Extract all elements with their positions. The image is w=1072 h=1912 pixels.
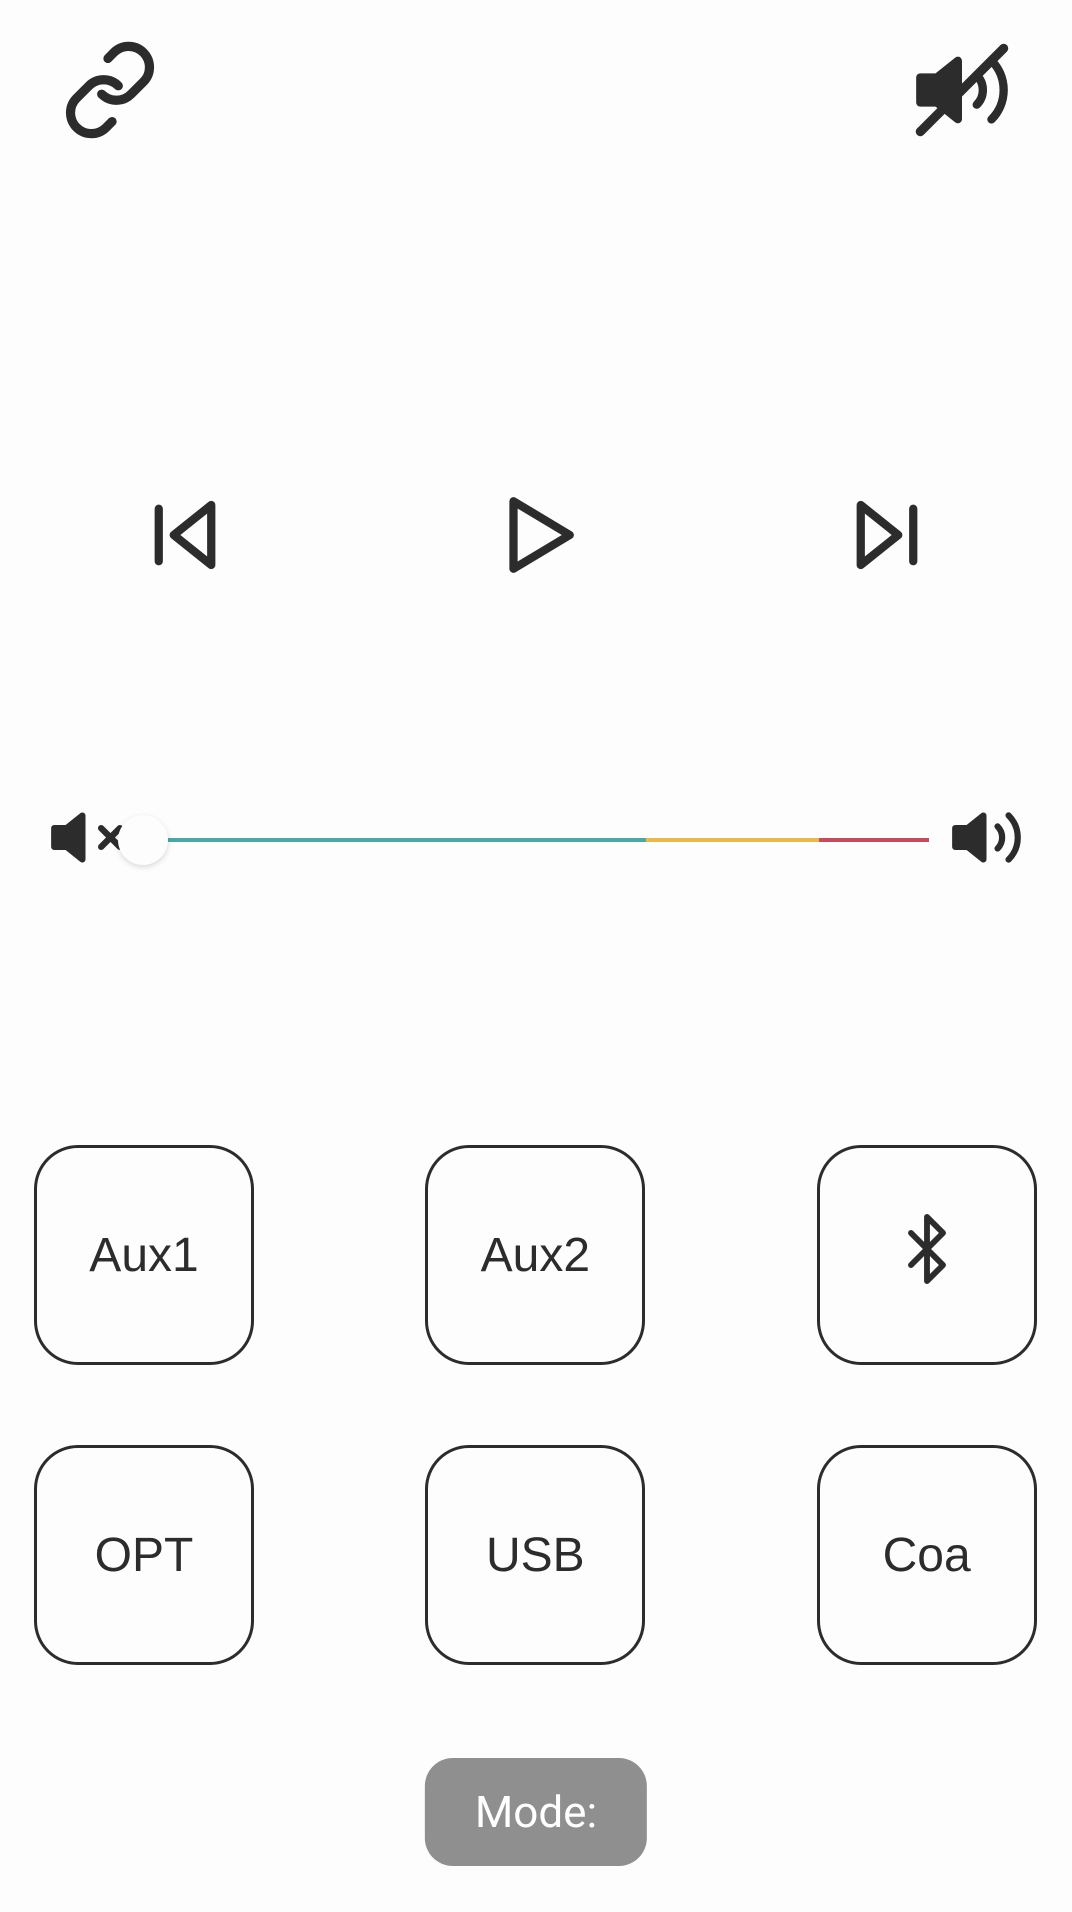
volume-mute-slash-icon[interactable] (912, 40, 1012, 144)
source-aux2-button[interactable]: Aux2 (425, 1145, 645, 1365)
source-label: Coa (883, 1528, 971, 1583)
top-bar (0, 40, 1072, 144)
source-label: OPT (95, 1528, 194, 1583)
link-icon[interactable] (60, 40, 160, 144)
bluetooth-icon (892, 1214, 962, 1296)
source-coa-button[interactable]: Coa (817, 1445, 1037, 1665)
slider-segment-mid (646, 838, 819, 842)
source-opt-button[interactable]: OPT (34, 1445, 254, 1665)
source-usb-button[interactable]: USB (425, 1445, 645, 1665)
previous-track-button[interactable] (140, 490, 230, 584)
next-track-button[interactable] (842, 490, 932, 584)
volume-slider-row (0, 800, 1072, 879)
slider-segment-high (819, 838, 929, 842)
slider-segment-low (143, 838, 646, 842)
volume-high-icon[interactable] (949, 800, 1024, 879)
mode-label: Mode: (475, 1786, 597, 1838)
source-aux1-button[interactable]: Aux1 (34, 1145, 254, 1365)
volume-mute-icon[interactable] (48, 800, 123, 879)
volume-slider[interactable] (143, 838, 929, 842)
source-label: Aux2 (481, 1228, 590, 1283)
source-label: Aux1 (89, 1228, 198, 1283)
source-grid: Aux1 Aux2 OPT USB Coa (34, 1145, 1038, 1665)
volume-slider-thumb[interactable] (118, 815, 168, 865)
source-bluetooth-button[interactable] (817, 1145, 1037, 1365)
playback-controls (0, 490, 1072, 584)
mode-indicator: Mode: (425, 1758, 647, 1866)
source-label: USB (486, 1528, 585, 1583)
play-button[interactable] (491, 490, 581, 584)
